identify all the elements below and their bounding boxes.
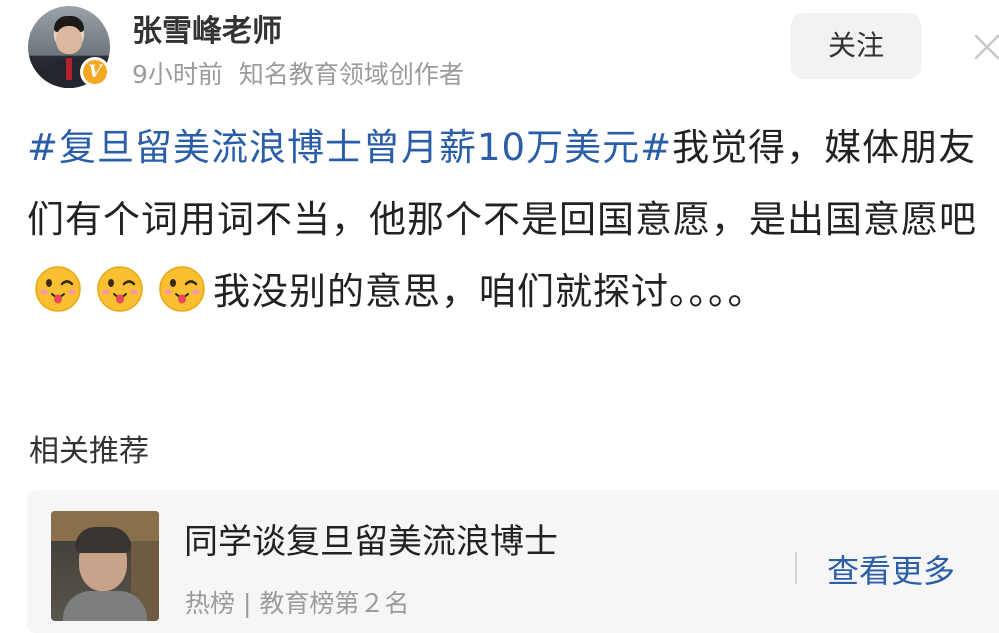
wink-tongue-emoji-icon <box>159 266 205 312</box>
related-card[interactable]: 同学谈复旦留美流浪博士 热榜 | 教育榜第２名 查看更多 <box>27 490 999 633</box>
follow-button[interactable]: 关注 <box>791 13 921 79</box>
post-meta: 9小时前 知名教育领域创作者 <box>132 55 464 91</box>
related-card-title[interactable]: 同学谈复旦留美流浪博士 <box>184 514 558 563</box>
close-icon[interactable] <box>972 32 999 62</box>
related-card-separator: | <box>242 589 252 618</box>
post-hashtag[interactable]: #复旦留美流浪博士曾月薪10万美元# <box>27 126 672 169</box>
author-description: 知名教育领域创作者 <box>238 60 464 89</box>
related-section-title: 相关推荐 <box>29 434 149 469</box>
avatar-tie <box>66 58 72 80</box>
see-more-link[interactable]: 查看更多 <box>827 546 955 592</box>
post-content: #复旦留美流浪博士曾月薪10万美元#我觉得，媒体朋友们有个词用词不当，他那个不是… <box>27 112 979 328</box>
related-card-rank: 教育榜第２名 <box>259 589 410 618</box>
post-time: 9小时前 <box>132 60 223 89</box>
wink-tongue-emoji-icon <box>97 266 143 312</box>
author-name[interactable]: 张雪峰老师 <box>132 6 282 50</box>
verified-badge-icon: V <box>80 57 110 87</box>
thumb-shirt <box>63 591 147 621</box>
related-card-source: 热榜 <box>185 589 236 618</box>
thumb-hair <box>75 527 131 553</box>
related-card-subtitle: 热榜 | 教育榜第２名 <box>185 584 409 620</box>
card-divider <box>795 552 797 584</box>
wink-tongue-emoji-icon <box>35 266 81 312</box>
post-text-part2: 我没别的意思，咱们就探讨。。。。 <box>213 270 766 313</box>
related-card-thumbnail <box>51 511 159 621</box>
avatar-face <box>56 26 82 54</box>
